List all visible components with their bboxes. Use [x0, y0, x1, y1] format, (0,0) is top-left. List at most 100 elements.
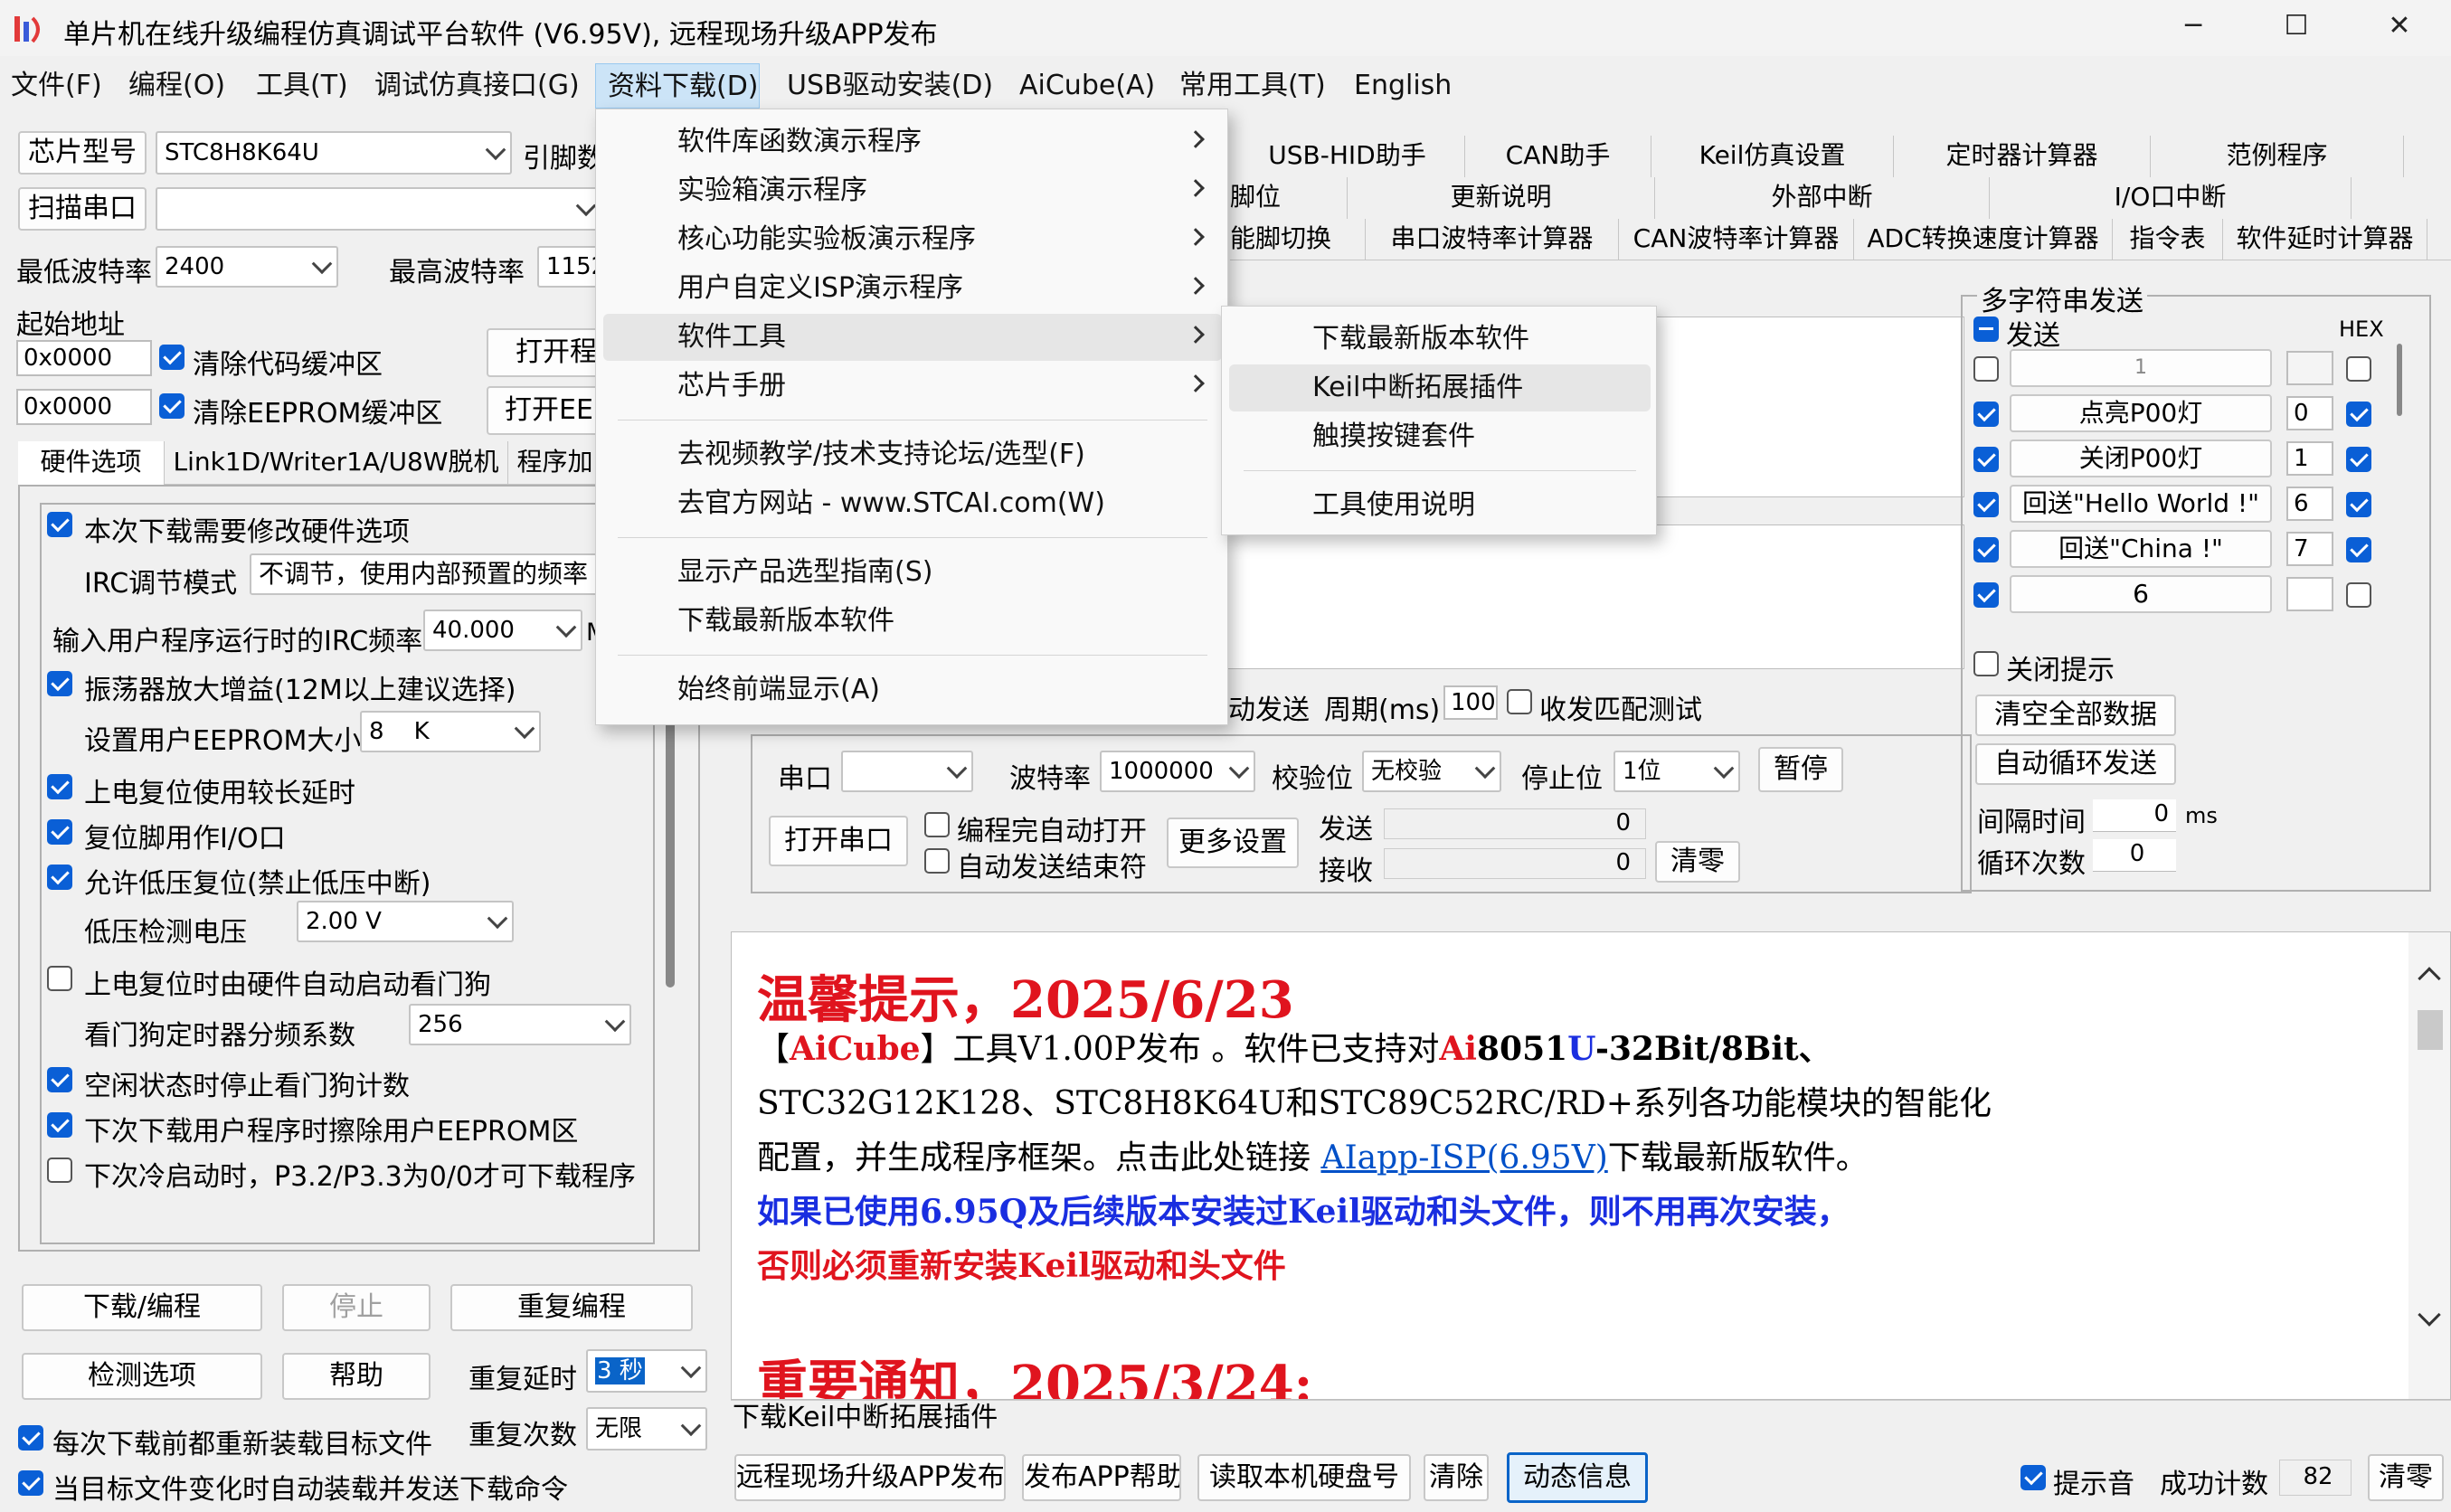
chip-model-button[interactable]: 芯片型号: [18, 131, 147, 175]
row-send-checkbox[interactable]: [1973, 356, 1999, 382]
menu-tools[interactable]: 工具(T): [256, 63, 348, 109]
menu-item-always-on-top[interactable]: 始终前端显示(A): [603, 666, 1222, 713]
row-send-button[interactable]: 回送"Hello World !": [2010, 485, 2272, 523]
publish-app-button[interactable]: 远程现场升级APP发布: [734, 1454, 1006, 1501]
open-port-button[interactable]: 打开串口: [769, 816, 908, 866]
tab-timer-calc[interactable]: 定时器计算器: [1894, 136, 2151, 177]
period-field[interactable]: 100: [1443, 685, 1498, 720]
tab-hardware-options[interactable]: 硬件选项: [18, 441, 165, 485]
row-send-checkbox[interactable]: [1973, 492, 1999, 517]
row-send-checkbox[interactable]: [1973, 402, 1999, 427]
clear-all-data-button[interactable]: 清空全部数据: [1975, 695, 2176, 736]
tab-examples[interactable]: 范例程序: [2151, 136, 2404, 177]
row-hex-checkbox[interactable]: [2346, 582, 2371, 608]
loop-count-field[interactable]: 0: [2093, 839, 2176, 872]
parity-select[interactable]: 无校验: [1362, 751, 1501, 792]
info-scrollbar[interactable]: [2408, 932, 2450, 1399]
interval-field[interactable]: 0: [2093, 799, 2176, 832]
stopbits-select[interactable]: 1位: [1613, 751, 1740, 792]
maximize-button[interactable]: ☐: [2245, 0, 2348, 56]
clear-eeprom-buffer-checkbox[interactable]: [159, 393, 185, 419]
submenu-item-touch-kit[interactable]: 触摸按键套件: [1229, 413, 1651, 460]
irc-mode-select[interactable]: 不调节，使用内部预置的频率: [250, 553, 602, 595]
menu-debug-interface[interactable]: 调试仿真接口(G): [374, 63, 580, 109]
row-index-field[interactable]: 1: [2286, 441, 2333, 476]
lvr-checkbox[interactable]: [47, 865, 72, 890]
aicube-link[interactable]: AiCube: [790, 1030, 921, 1068]
menu-item-software-tools[interactable]: 软件工具: [603, 314, 1222, 361]
tab-program-encrypt[interactable]: 程序加: [508, 441, 602, 485]
menu-aicube[interactable]: AiCube(A): [1019, 63, 1155, 109]
reset-pin-io-checkbox[interactable]: [47, 819, 72, 845]
row-index-field[interactable]: [2286, 577, 2333, 611]
row-hex-checkbox[interactable]: [2346, 402, 2371, 427]
scan-port-button[interactable]: 扫描串口: [18, 187, 147, 231]
port-select[interactable]: [156, 187, 602, 231]
modify-hardware-checkbox[interactable]: [47, 512, 72, 537]
menu-english[interactable]: English: [1354, 63, 1452, 109]
tab-delay-calc[interactable]: 软件延时计算器: [2223, 219, 2427, 260]
repeat-count-select[interactable]: 无限: [586, 1407, 707, 1451]
baud-select[interactable]: 1000000: [1100, 751, 1255, 792]
min-baud-select[interactable]: 2400: [156, 246, 338, 288]
scroll-thumb[interactable]: [2418, 1010, 2443, 1050]
auto-send-checkbox[interactable]: [18, 1470, 43, 1496]
por-delay-checkbox[interactable]: [47, 774, 72, 799]
menu-item-lib-demo[interactable]: 软件库函数演示程序: [603, 118, 1222, 165]
row-send-checkbox[interactable]: [1973, 537, 1999, 562]
menu-item-official-site[interactable]: 去官方网站 - www.STCAI.com(W): [603, 480, 1222, 527]
eeprom-size-select[interactable]: 8 K: [360, 711, 541, 752]
check-options-button[interactable]: 检测选项: [22, 1353, 262, 1400]
menu-item-download-latest[interactable]: 下载最新版本软件: [603, 598, 1222, 645]
submenu-item-download-latest[interactable]: 下载最新版本软件: [1229, 316, 1651, 363]
row-send-button[interactable]: 1: [2010, 349, 2272, 387]
tab-uart-baud-calc[interactable]: 串口波特率计算器: [1366, 219, 1619, 260]
more-settings-button[interactable]: 更多设置: [1167, 817, 1299, 868]
multi-string-scrollbar[interactable]: [2397, 344, 2402, 416]
close-button[interactable]: ✕: [2348, 0, 2451, 56]
row-hex-checkbox[interactable]: [2346, 447, 2371, 472]
open-program-button[interactable]: 打开程序: [487, 328, 602, 377]
open-eeprom-button[interactable]: 打开EEPROM: [487, 386, 602, 435]
tab-adc-speed-calc[interactable]: ADC转换速度计算器: [1854, 219, 2113, 260]
clear-info-button[interactable]: 清除: [1424, 1454, 1489, 1501]
download-program-button[interactable]: 下载/编程: [22, 1284, 262, 1331]
clear-count-button[interactable]: 清零: [1655, 841, 1740, 883]
menu-item-datasheet[interactable]: 芯片手册: [603, 363, 1222, 410]
erase-eeprom-checkbox[interactable]: [47, 1112, 72, 1138]
pause-button[interactable]: 暂停: [1758, 747, 1843, 792]
menu-downloads[interactable]: 资料下载(D): [595, 63, 760, 109]
menu-item-selection-guide[interactable]: 显示产品选型指南(S): [603, 549, 1222, 596]
osc-gain-checkbox[interactable]: [47, 671, 72, 696]
serial-port-select[interactable]: [841, 751, 973, 792]
reprogram-button[interactable]: 重复编程: [450, 1284, 693, 1331]
tab-io-interrupt[interactable]: I/O口中断: [1990, 177, 2352, 219]
tab-pinout[interactable]: 脚位: [1230, 177, 1348, 219]
wdt-idle-stop-checkbox[interactable]: [47, 1067, 72, 1092]
menu-item-lab-box-demo[interactable]: 实验箱演示程序: [603, 167, 1222, 214]
row-hex-checkbox[interactable]: [2346, 356, 2371, 382]
row-index-field[interactable]: 0: [2286, 396, 2333, 430]
tab-can[interactable]: CAN助手: [1465, 136, 1651, 177]
row-hex-checkbox[interactable]: [2346, 492, 2371, 517]
submenu-item-keil-plugin[interactable]: Keil中断拓展插件: [1229, 364, 1651, 411]
menu-program[interactable]: 编程(O): [128, 63, 225, 109]
tab-changelog[interactable]: 更新说明: [1348, 177, 1655, 219]
chip-model-select[interactable]: STC8H8K64U: [156, 131, 512, 175]
menu-item-custom-isp-demo[interactable]: 用户自定义ISP演示程序: [603, 265, 1222, 312]
tab-usb-hid[interactable]: USB-HID助手: [1230, 136, 1465, 177]
beep-checkbox[interactable]: [2020, 1465, 2046, 1490]
publish-help-button[interactable]: 发布APP帮助: [1022, 1454, 1181, 1501]
auto-loop-send-button[interactable]: 自动循环发送: [1975, 743, 2176, 785]
eeprom-address-field[interactable]: 0x0000: [16, 389, 152, 425]
tab-ext-interrupt[interactable]: 外部中断: [1655, 177, 1990, 219]
row-hex-checkbox[interactable]: [2346, 537, 2371, 562]
wdt-auto-checkbox[interactable]: [47, 966, 72, 991]
max-baud-select[interactable]: 11520: [537, 246, 602, 288]
help-button[interactable]: 帮助: [282, 1353, 431, 1400]
clear-code-buffer-checkbox[interactable]: [159, 345, 185, 370]
p32-p33-checkbox[interactable]: [47, 1158, 72, 1183]
close-tip-checkbox[interactable]: [1973, 651, 1999, 676]
row-send-button[interactable]: 点亮P00灯: [2010, 394, 2272, 432]
reset-count-button[interactable]: 清零: [2368, 1454, 2444, 1501]
